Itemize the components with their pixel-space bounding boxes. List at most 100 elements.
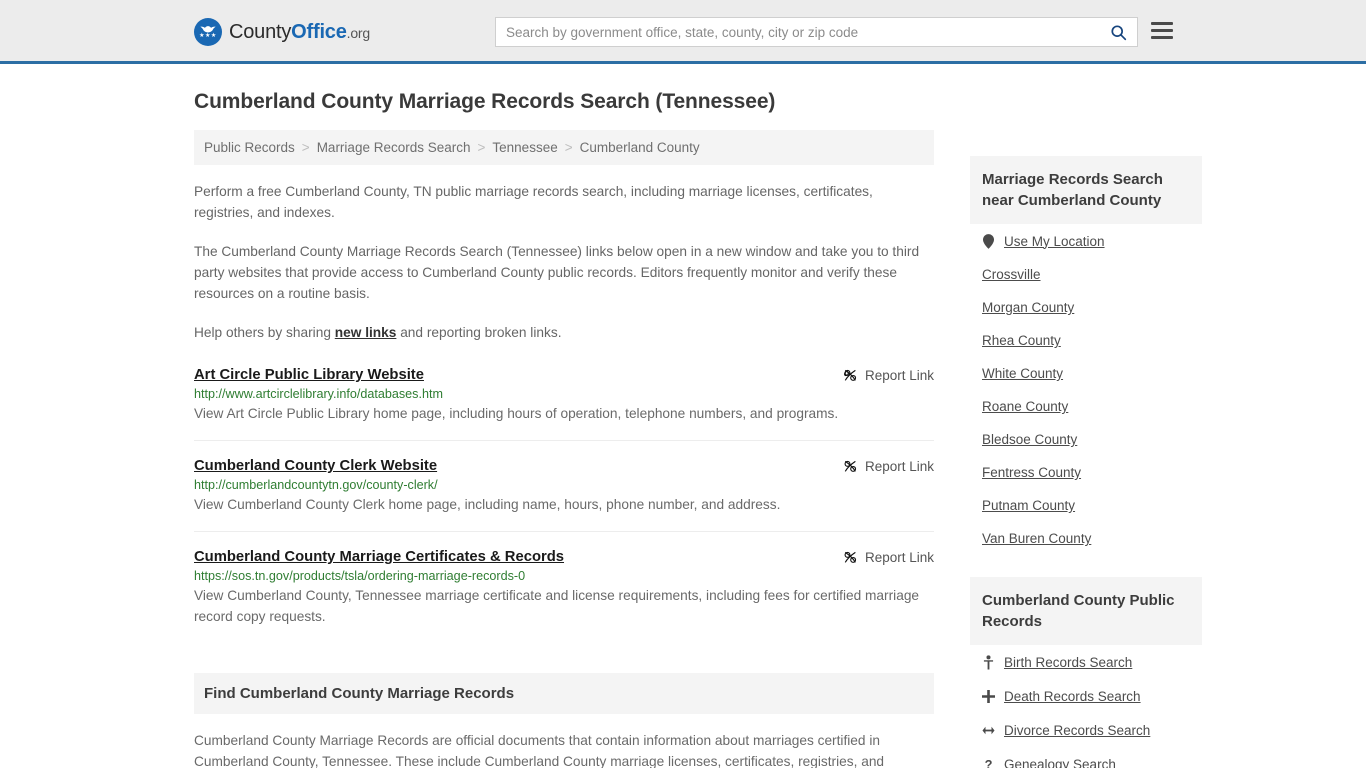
- breadcrumb-separator: >: [564, 140, 573, 155]
- logo-text-office: Office: [291, 20, 347, 43]
- baby-icon: [982, 654, 995, 670]
- hamburger-menu-icon[interactable]: [1151, 22, 1173, 39]
- sidebar-item-crossville[interactable]: Crossville: [970, 258, 1202, 291]
- sidebar-item-birth-records-search[interactable]: Birth Records Search: [970, 645, 1202, 679]
- sidebar-item-death-records-search[interactable]: Death Records Search: [970, 679, 1202, 713]
- find-records-heading: Find Cumberland County Marriage Records: [194, 673, 934, 714]
- sidebar-item-label[interactable]: Divorce Records Search: [1004, 723, 1150, 738]
- breadcrumb-item-cumberland-county[interactable]: Cumberland County: [580, 140, 700, 155]
- hamburger-bar: [1151, 22, 1173, 26]
- intro-p3-before: Help others by sharing: [194, 325, 335, 340]
- sidebar-item-label[interactable]: Putnam County: [982, 498, 1075, 513]
- site-logo[interactable]: ★★★ CountyOffice.org: [194, 18, 370, 46]
- resource-url[interactable]: http://www.artcirclelibrary.info/databas…: [194, 387, 934, 401]
- cross-plus-icon: [982, 688, 995, 704]
- intro-paragraph-3: Help others by sharing new links and rep…: [194, 322, 934, 343]
- sidebar-item-label[interactable]: Use My Location: [1004, 234, 1105, 249]
- svg-text:?: ?: [985, 757, 993, 768]
- intro-p3-after: and reporting broken links.: [396, 325, 562, 340]
- resource-description: View Art Circle Public Library home page…: [194, 406, 839, 421]
- sidebar-item-rhea-county[interactable]: Rhea County: [970, 324, 1202, 357]
- sidebar-item-use-my-location[interactable]: Use My Location: [970, 224, 1202, 258]
- list-item: Cumberland County Marriage Certificates …: [194, 549, 934, 643]
- resource-link-list: Art Circle Public Library Website Report…: [194, 367, 934, 643]
- intro-text: Perform a free Cumberland County, TN pub…: [194, 181, 934, 343]
- breadcrumb: Public Records > Marriage Records Search…: [194, 130, 934, 165]
- logo-text-tld: .org: [346, 24, 371, 41]
- sidebar: Marriage Records Search near Cumberland …: [970, 130, 1202, 768]
- broken-link-icon: [844, 551, 857, 563]
- map-pin-icon: [982, 233, 995, 249]
- link-header-row: Cumberland County Clerk Website Report L…: [194, 458, 934, 474]
- breadcrumb-item-public-records[interactable]: Public Records: [204, 140, 295, 155]
- sidebar-item-label[interactable]: Genealogy Search: [1004, 757, 1116, 768]
- sidebar-item-label[interactable]: White County: [982, 366, 1063, 381]
- resource-description: View Cumberland County Clerk home page, …: [194, 497, 781, 512]
- intro-paragraph-1: Perform a free Cumberland County, TN pub…: [194, 184, 873, 220]
- sidebar-item-putnam-county[interactable]: Putnam County: [970, 489, 1202, 522]
- search-button[interactable]: [1099, 18, 1137, 46]
- sidebar-item-morgan-county[interactable]: Morgan County: [970, 291, 1202, 324]
- sidebar-item-genealogy-search[interactable]: ? Genealogy Search: [970, 747, 1202, 768]
- map-pin-glyph: [983, 233, 994, 249]
- resource-title-link[interactable]: Cumberland County Marriage Certificates …: [194, 549, 564, 565]
- sidebar-item-label[interactable]: Morgan County: [982, 300, 1074, 315]
- search-input[interactable]: [496, 18, 1099, 46]
- resource-url[interactable]: https://sos.tn.gov/products/tsla/orderin…: [194, 569, 934, 583]
- sidebar-public-records-heading: Cumberland County Public Records: [970, 577, 1202, 645]
- broken-link-icon: [844, 460, 857, 472]
- report-link-button[interactable]: Report Link: [843, 549, 934, 565]
- list-item: Art Circle Public Library Website Report…: [194, 367, 934, 441]
- list-item: Cumberland County Clerk Website Report L…: [194, 458, 934, 532]
- main-column: Public Records > Marriage Records Search…: [194, 130, 934, 768]
- breadcrumb-separator: >: [301, 140, 310, 155]
- sidebar-nearby-heading: Marriage Records Search near Cumberland …: [970, 156, 1202, 224]
- find-records-paragraph: Cumberland County Marriage Records are o…: [194, 733, 885, 768]
- intro-paragraph-2: The Cumberland County Marriage Records S…: [194, 244, 920, 301]
- sidebar-item-white-county[interactable]: White County: [970, 357, 1202, 390]
- search-bar: [495, 17, 1138, 47]
- page-container: Cumberland County Marriage Records Searc…: [0, 90, 1366, 768]
- sidebar-public-records-list: Birth Records Search Death Records Searc…: [970, 645, 1202, 768]
- sidebar-item-van-buren-county[interactable]: Van Buren County: [970, 522, 1202, 555]
- site-header: ★★★ CountyOffice.org: [0, 0, 1366, 64]
- sidebar-item-label[interactable]: Crossville: [982, 267, 1041, 282]
- link-header-row: Cumberland County Marriage Certificates …: [194, 549, 934, 565]
- report-link-label: Report Link: [864, 368, 934, 383]
- cross-plus-glyph: [982, 689, 995, 703]
- resource-title-link[interactable]: Cumberland County Clerk Website: [194, 458, 437, 474]
- page-title: Cumberland County Marriage Records Searc…: [194, 90, 776, 113]
- sidebar-item-label[interactable]: Birth Records Search: [1004, 655, 1132, 670]
- left-right-arrow-glyph: [982, 726, 995, 734]
- find-records-body: Cumberland County Marriage Records are o…: [194, 730, 934, 768]
- sidebar-item-bledsoe-county[interactable]: Bledsoe County: [970, 423, 1202, 456]
- sidebar-item-label[interactable]: Death Records Search: [1004, 689, 1141, 704]
- sidebar-item-label[interactable]: Fentress County: [982, 465, 1081, 480]
- breadcrumb-item-marriage-records-search[interactable]: Marriage Records Search: [317, 140, 471, 155]
- report-link-label: Report Link: [864, 550, 934, 565]
- sidebar-item-roane-county[interactable]: Roane County: [970, 390, 1202, 423]
- eagle-seal-icon: ★★★: [194, 18, 222, 46]
- resource-title-link[interactable]: Art Circle Public Library Website: [194, 367, 424, 383]
- sidebar-item-label[interactable]: Roane County: [982, 399, 1068, 414]
- sidebar-nearby-list: Use My Location Crossville Morgan County…: [970, 224, 1202, 555]
- report-link-button[interactable]: Report Link: [843, 367, 934, 383]
- sidebar-item-label[interactable]: Rhea County: [982, 333, 1061, 348]
- sidebar-item-fentress-county[interactable]: Fentress County: [970, 456, 1202, 489]
- resource-description: View Cumberland County, Tennessee marria…: [194, 588, 920, 624]
- sidebar-item-label[interactable]: Bledsoe County: [982, 432, 1077, 447]
- breadcrumb-separator: >: [477, 140, 486, 155]
- resource-url[interactable]: http://cumberlandcountytn.gov/county-cle…: [194, 478, 934, 492]
- new-links-link[interactable]: new links: [335, 325, 397, 340]
- report-link-button[interactable]: Report Link: [843, 458, 934, 474]
- question-mark-icon: ?: [982, 756, 995, 768]
- sidebar-item-divorce-records-search[interactable]: Divorce Records Search: [970, 713, 1202, 747]
- stars-glyph: ★★★: [199, 33, 217, 39]
- baby-glyph: [983, 654, 994, 669]
- content-row: Public Records > Marriage Records Search…: [194, 130, 1202, 768]
- hamburger-bar: [1151, 35, 1173, 39]
- left-right-arrow-icon: [982, 722, 995, 738]
- logo-text-county: County: [229, 20, 292, 43]
- sidebar-item-label[interactable]: Van Buren County: [982, 531, 1091, 546]
- breadcrumb-item-tennessee[interactable]: Tennessee: [492, 140, 557, 155]
